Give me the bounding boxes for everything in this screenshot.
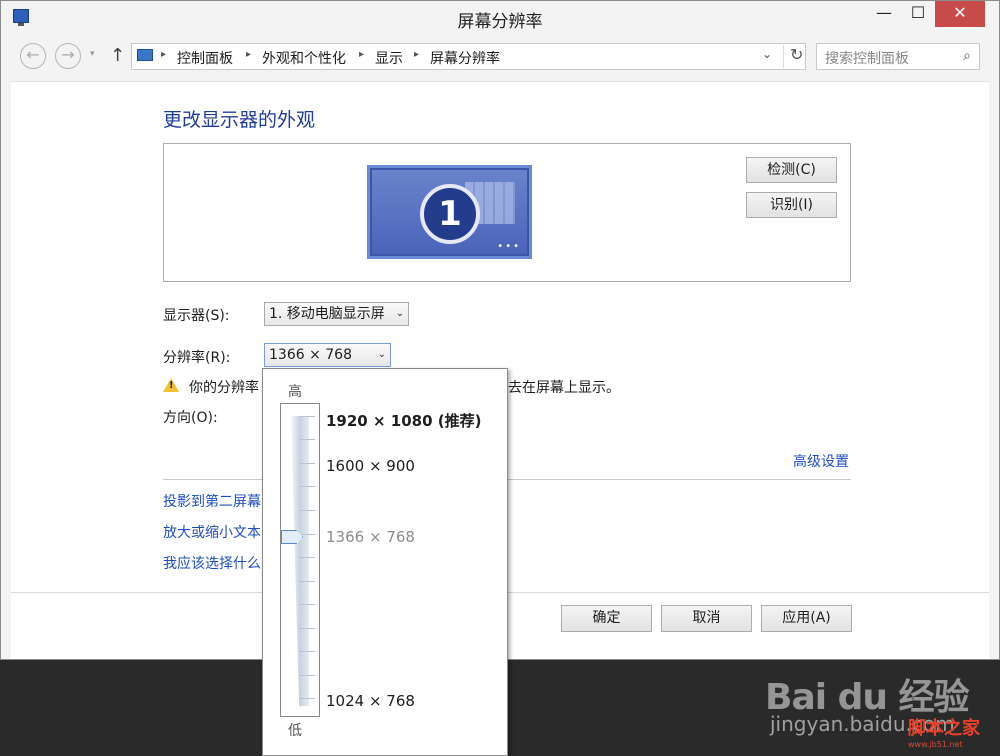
- breadcrumb-separator-icon[interactable]: ▸: [359, 49, 364, 60]
- orientation-label: 方向(O):: [163, 410, 218, 426]
- window-title: 屏幕分辨率: [457, 12, 543, 32]
- warning-icon: !: [163, 378, 179, 392]
- slider-tick: [299, 628, 315, 629]
- slider-tick: [299, 510, 315, 511]
- slider-tick: [299, 698, 315, 699]
- recent-locations-chevron-icon[interactable]: ▾: [90, 49, 95, 59]
- display-select-value: 1. 移动电脑显示屏: [269, 306, 385, 322]
- slider-tick: [299, 486, 315, 487]
- resolution-option-1600x900[interactable]: 1600 × 900: [326, 457, 415, 475]
- display-preview-area: 1 ••• 检测(C) 识别(I): [163, 143, 851, 282]
- slider-tick: [299, 416, 315, 417]
- close-button[interactable]: ✕: [935, 1, 985, 27]
- slider-tick: [299, 675, 315, 676]
- project-second-screen-link[interactable]: 投影到第二屏幕: [163, 491, 261, 511]
- resolution-slider-popup: 高 1920 × 1080 (推荐) 1600 × 900 1366 × 768…: [262, 368, 508, 756]
- resolution-option-1024x768[interactable]: 1024 × 768: [326, 692, 415, 710]
- forward-arrow-icon[interactable]: →: [55, 43, 81, 69]
- breadcrumb-control-panel[interactable]: 控制面板: [177, 48, 233, 68]
- resolution-select[interactable]: 1366 × 768 ⌄: [264, 343, 391, 367]
- detect-button[interactable]: 检测(C): [746, 157, 837, 183]
- resolution-slider-track[interactable]: [280, 403, 320, 717]
- search-icon[interactable]: ⌕: [963, 48, 971, 64]
- cancel-button[interactable]: 取消: [661, 605, 752, 632]
- ok-button[interactable]: 确定: [561, 605, 652, 632]
- warning-text-start: 你的分辨率: [189, 380, 259, 396]
- monitor-dots-graphic: •••: [497, 241, 521, 252]
- slider-tick: [299, 534, 315, 535]
- breadcrumb-separator-icon[interactable]: ▸: [246, 49, 251, 60]
- slider-wedge-graphic: [291, 416, 309, 706]
- watermark-site: 脚本之家: [908, 718, 980, 739]
- slider-tick: [299, 557, 315, 558]
- address-bar[interactable]: ▸ 控制面板 ▸ 外观和个性化 ▸ 显示 ▸ 屏幕分辨率 ⌄ ↻: [131, 43, 806, 70]
- identify-button[interactable]: 识别(I): [746, 192, 837, 218]
- advanced-settings-link[interactable]: 高级设置: [793, 451, 849, 471]
- low-label: 低: [288, 723, 302, 739]
- computer-icon: [137, 49, 153, 61]
- apply-button[interactable]: 应用(A): [761, 605, 852, 632]
- breadcrumb-appearance[interactable]: 外观和个性化: [262, 48, 346, 68]
- chevron-down-icon: ⌄: [395, 308, 404, 319]
- high-label: 高: [288, 384, 302, 400]
- resize-text-link[interactable]: 放大或缩小文本: [163, 522, 261, 542]
- chevron-down-icon: ⌄: [377, 349, 386, 360]
- back-arrow-icon[interactable]: ←: [20, 43, 46, 69]
- up-arrow-icon[interactable]: ↑: [110, 45, 125, 66]
- maximize-button[interactable]: ☐: [901, 1, 935, 27]
- resolution-select-value: 1366 × 768: [269, 347, 352, 363]
- slider-tick: [299, 463, 315, 464]
- monitor-number-badge: 1: [420, 184, 480, 244]
- slider-tick: [299, 651, 315, 652]
- search-box[interactable]: 搜索控制面板 ⌕: [816, 43, 980, 70]
- resolution-option-1366x768[interactable]: 1366 × 768: [326, 528, 415, 546]
- display-label: 显示器(S):: [163, 308, 230, 324]
- slider-tick: [299, 581, 315, 582]
- refresh-icon[interactable]: ↻: [783, 45, 803, 68]
- search-input[interactable]: 搜索控制面板: [825, 48, 909, 68]
- slider-tick: [299, 604, 315, 605]
- display-select[interactable]: 1. 移动电脑显示屏 ⌄: [264, 302, 409, 326]
- breadcrumb-display[interactable]: 显示: [375, 48, 403, 68]
- minimize-button[interactable]: —: [867, 1, 901, 27]
- title-bar[interactable]: 屏幕分辨率 — ☐ ✕: [1, 1, 999, 35]
- address-dropdown-chevron-icon[interactable]: ⌄: [762, 47, 772, 61]
- monitor-1-icon[interactable]: 1 •••: [367, 165, 532, 259]
- which-settings-help-link[interactable]: 我应该选择什么: [163, 553, 261, 573]
- breadcrumb-separator-icon[interactable]: ▸: [161, 49, 166, 60]
- page-title: 更改显示器的外观: [163, 109, 316, 131]
- breadcrumb-screen-resolution[interactable]: 屏幕分辨率: [430, 48, 500, 68]
- warning-text-end: 去在屏幕上显示。: [508, 380, 620, 396]
- resolution-option-1920x1080[interactable]: 1920 × 1080 (推荐): [326, 410, 481, 431]
- resolution-label: 分辨率(R):: [163, 350, 231, 366]
- watermark-site-url: www.jb51.net: [908, 740, 963, 749]
- breadcrumb-separator-icon[interactable]: ▸: [414, 49, 419, 60]
- navigation-bar: ← → ▾ ↑ ▸ 控制面板 ▸ 外观和个性化 ▸ 显示 ▸ 屏幕分辨率 ⌄ ↻…: [1, 35, 999, 79]
- slider-tick: [299, 439, 315, 440]
